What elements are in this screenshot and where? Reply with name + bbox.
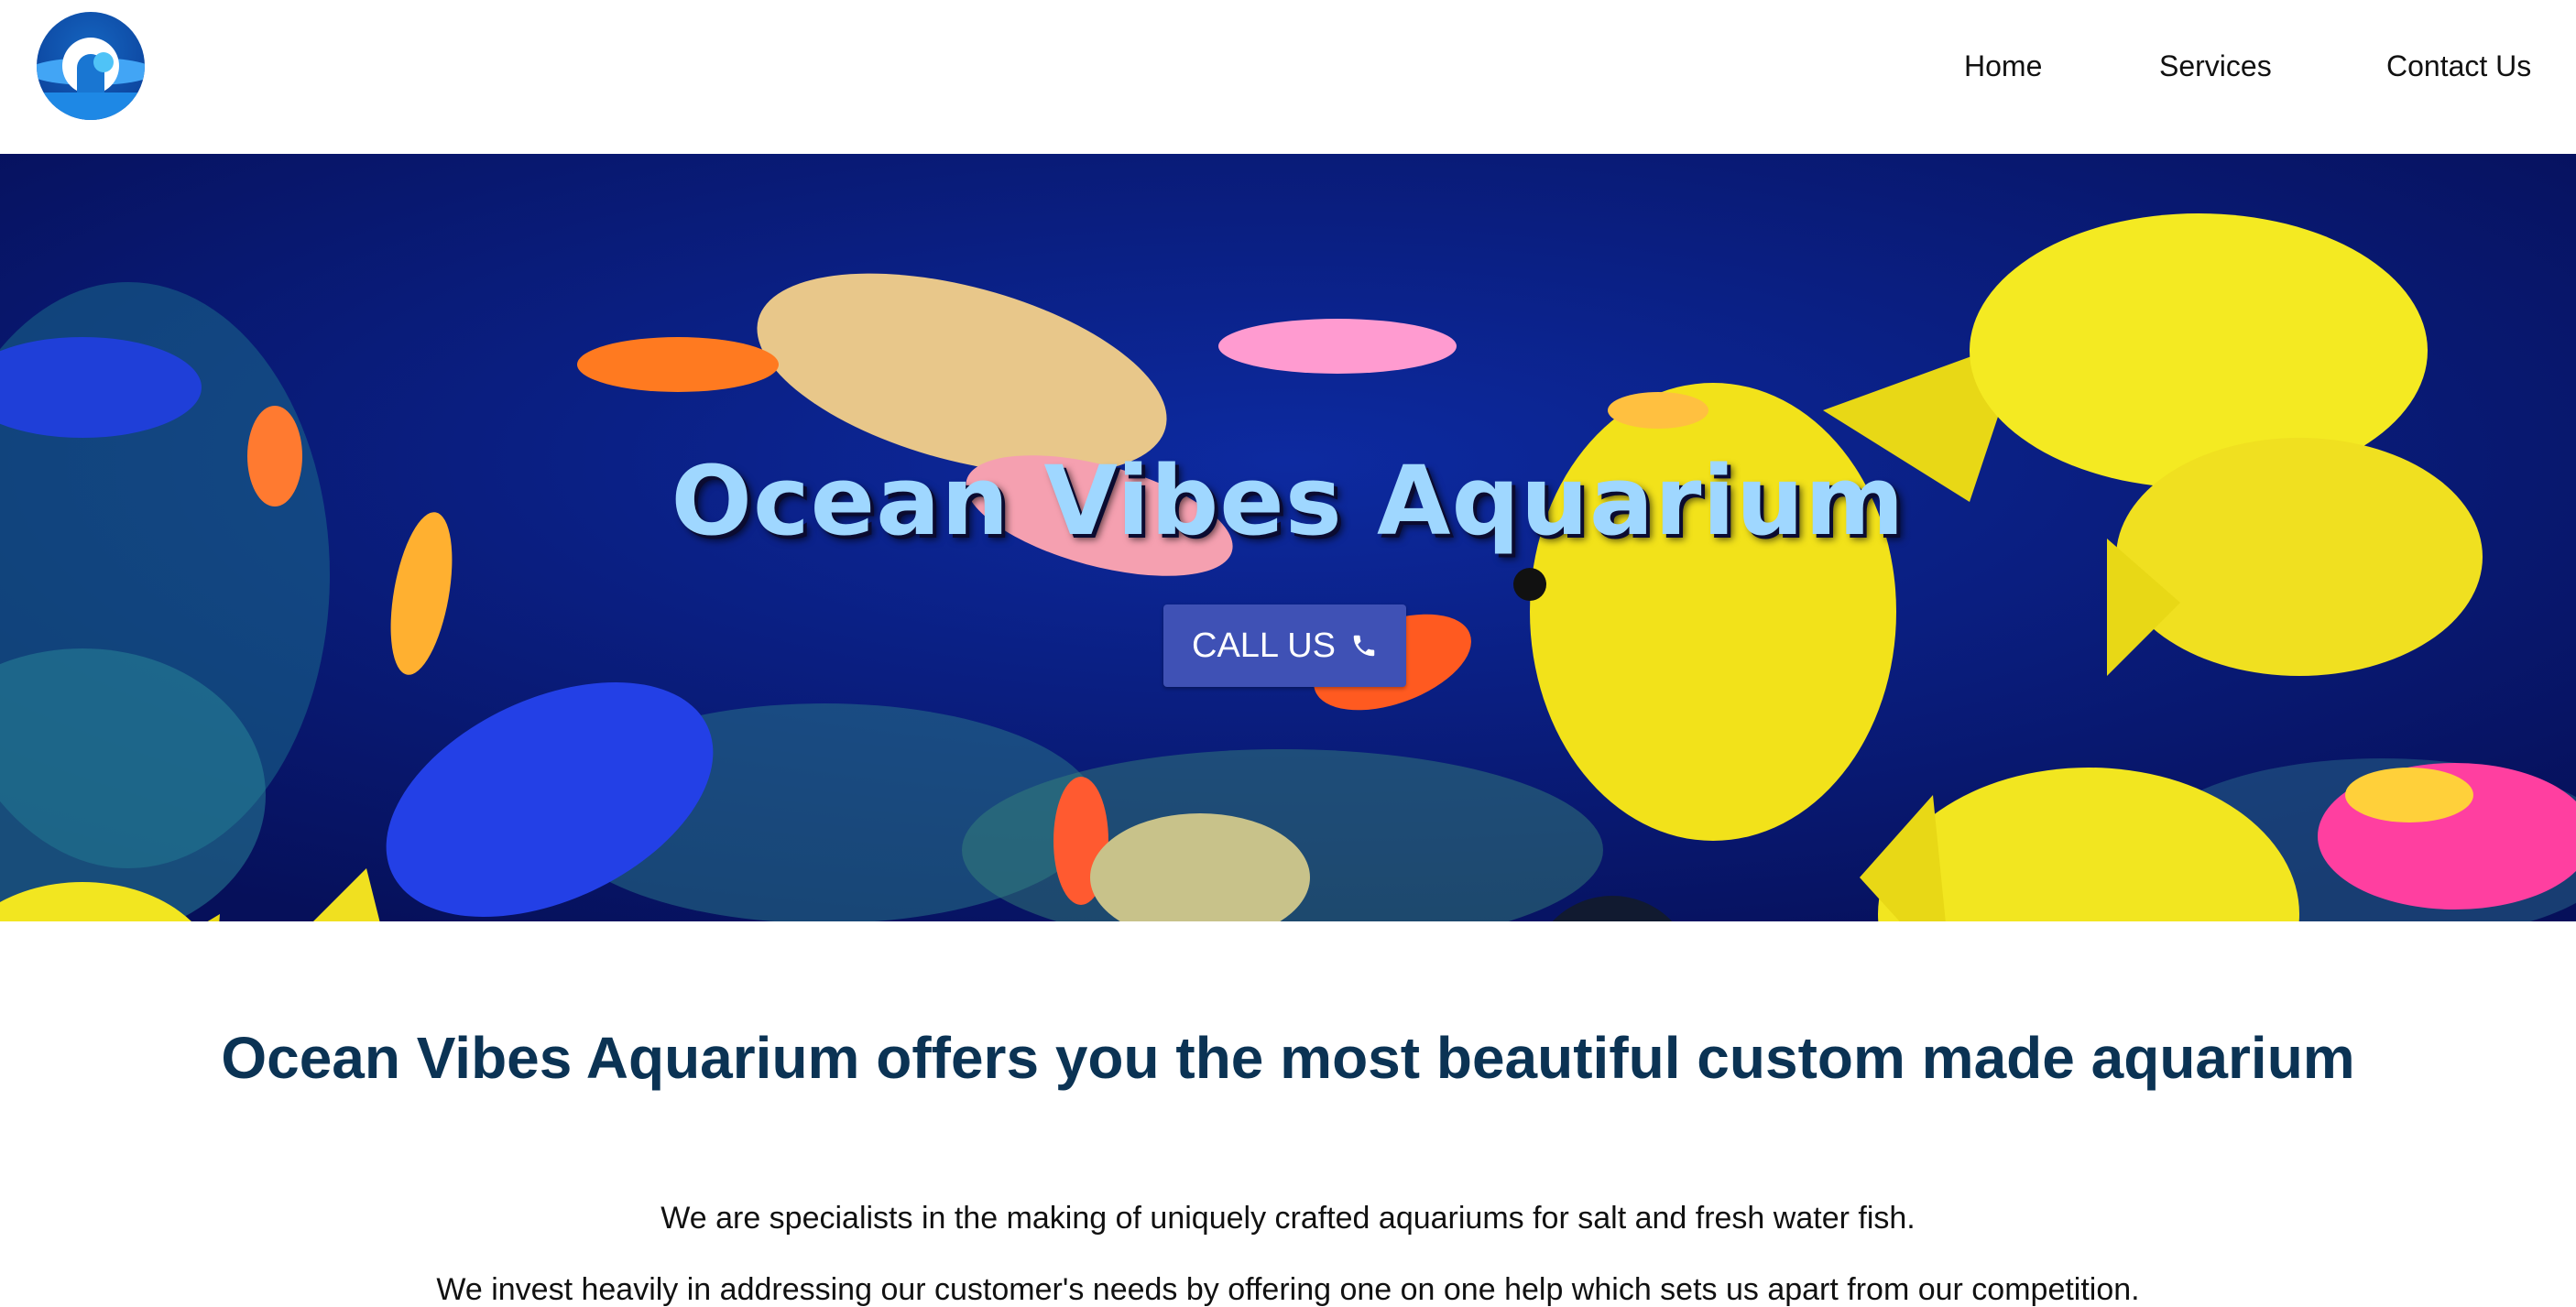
call-us-button[interactable]: CALL US xyxy=(1163,604,1406,687)
hero-banner: Ocean Vibes Aquarium CALL US xyxy=(0,154,2576,921)
content-paragraph: We invest heavily in addressing our cust… xyxy=(436,1272,2140,1307)
logo-icon[interactable] xyxy=(37,12,145,120)
nav-home-link[interactable]: Home xyxy=(1964,49,2042,83)
phone-icon xyxy=(1353,635,1375,657)
hero-title: Ocean Vibes Aquarium xyxy=(671,445,1905,557)
content-headline: Ocean Vibes Aquarium offers you the most… xyxy=(221,1025,2355,1091)
nav-services-link[interactable]: Services xyxy=(2159,49,2272,83)
site-header: Home Services Contact Us xyxy=(0,0,2576,154)
content-paragraph: We are specialists in the making of uniq… xyxy=(660,1201,1916,1236)
nav-contact-link[interactable]: Contact Us xyxy=(2386,49,2531,83)
call-us-label: CALL US xyxy=(1192,626,1336,665)
